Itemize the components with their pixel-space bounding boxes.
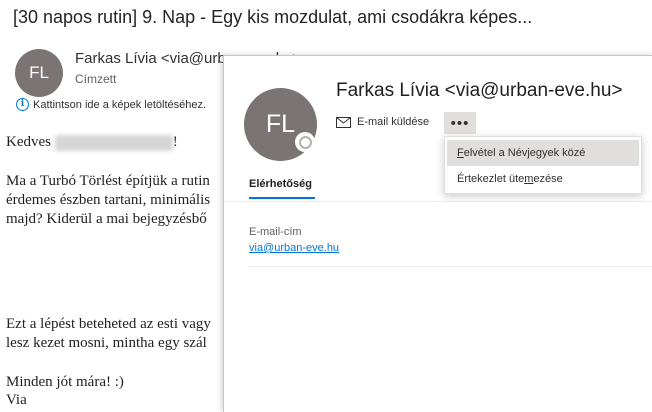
download-images-text: Kattintson ide a képek letöltéséhez. <box>33 98 207 111</box>
menu-item-add-to-contacts[interactable]: Felvétel a Névjegyek közé <box>447 140 639 166</box>
email-line: Ma a Turbó Törlést építjük a rutin <box>6 173 210 189</box>
email-field-label: E-mail-cím <box>249 226 302 238</box>
email-line: lesz kezet mosni, mintha egy szál <box>6 335 207 351</box>
send-email-button[interactable]: E-mail küldése <box>336 116 429 128</box>
contact-card: FL Farkas Lívia <via@urban-eve.hu> E-mai… <box>223 55 652 412</box>
greeting-end: ! <box>172 134 178 150</box>
presence-unknown-icon <box>295 132 315 152</box>
redacted-name <box>54 134 173 151</box>
email-closing: Minden jót mára! :) <box>6 374 124 390</box>
tab-contact[interactable]: Elérhetőség <box>249 178 312 190</box>
tab-active-indicator <box>249 197 315 199</box>
send-email-label: E-mail küldése <box>357 116 430 128</box>
menu-item-schedule-meeting[interactable]: Értekezlet üte m ezése <box>447 166 639 192</box>
email-line: érdemes észben tartani, minimális <box>6 192 211 208</box>
download-images-bar[interactable]: i Kattintson ide a képek letöltéséhez. <box>16 98 206 111</box>
email-signature: Via <box>6 392 27 408</box>
divider <box>224 201 652 202</box>
mail-icon <box>336 116 351 128</box>
sender-avatar[interactable]: FL <box>15 49 63 97</box>
greeting-text: Kedves <box>6 134 51 150</box>
email-line: Ezt a lépést beteheted az esti vagy <box>6 316 211 332</box>
email-line: majd? Kiderül a mai bejegyzésbő <box>6 211 207 227</box>
info-icon: i <box>16 98 29 111</box>
email-greeting: Kedves ! <box>6 134 178 151</box>
recipient-label: Címzett <box>75 72 117 86</box>
email-link[interactable]: via@urban-eve.hu <box>249 242 339 254</box>
more-options-menu: Felvétel a Névjegyek közé Értekezlet üte… <box>444 136 642 194</box>
contact-name: Farkas Lívia <via@urban-eve.hu> <box>336 80 623 101</box>
divider <box>249 266 652 267</box>
email-subject: [30 napos rutin] 9. Nap - Egy kis mozdul… <box>13 7 533 27</box>
more-options-button[interactable]: ••• <box>444 112 476 134</box>
